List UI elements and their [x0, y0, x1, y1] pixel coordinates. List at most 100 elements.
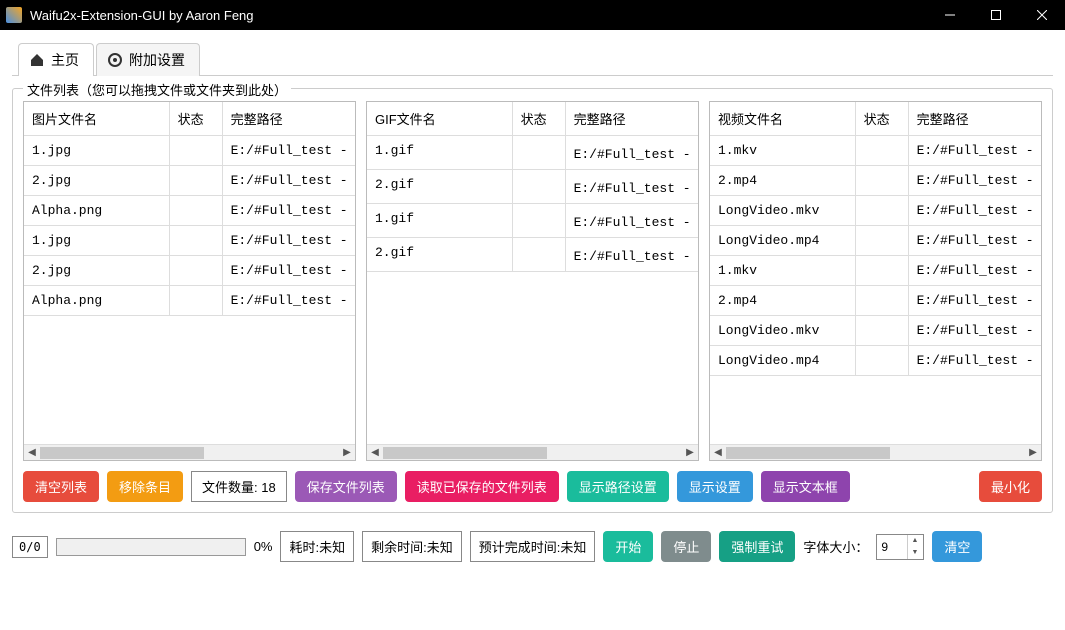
cell-path: E:/#Full_test -	[909, 256, 1041, 285]
save-list-button[interactable]: 保存文件列表	[295, 471, 397, 502]
table-row[interactable]: 1.gifE:/#Full_test - 副	[367, 136, 698, 170]
window-close-button[interactable]	[1019, 0, 1065, 30]
cell-status	[856, 166, 909, 195]
table-header: 图片文件名 状态 完整路径	[24, 102, 355, 136]
cell-status	[170, 136, 223, 165]
cell-path: E:/#Full_test -	[223, 286, 355, 315]
tab-label: 附加设置	[129, 50, 185, 70]
table-row[interactable]: 2.gifE:/#Full_test - 副	[367, 238, 698, 272]
clear-button[interactable]: 清空	[932, 531, 982, 562]
cell-status	[856, 256, 909, 285]
cell-status	[513, 136, 566, 169]
force-retry-button[interactable]: 强制重试	[719, 531, 795, 562]
cell-filename: LongVideo.mp4	[710, 226, 856, 255]
load-list-button[interactable]: 读取已保存的文件列表	[405, 471, 559, 502]
table-row[interactable]: 1.jpgE:/#Full_test -	[24, 226, 355, 256]
start-button[interactable]: 开始	[603, 531, 653, 562]
table-row[interactable]: LongVideo.mp4 E:/#Full_test -	[710, 226, 1041, 256]
table-row[interactable]: 2.mp4E:/#Full_test -	[710, 286, 1041, 316]
gear-icon	[107, 52, 123, 68]
table-row[interactable]: 2.mp4 E:/#Full_test -	[710, 166, 1041, 196]
cell-path: E:/#Full_test -	[909, 166, 1041, 195]
font-size-spinner[interactable]: ▲ ▼	[876, 534, 924, 560]
table-row[interactable]: LongVideo.mkvE:/#Full_test -	[710, 196, 1041, 226]
table-row[interactable]: LongVideo.mkv E:/#Full_test -	[710, 316, 1041, 346]
cell-path: E:/#Full_test -	[223, 136, 355, 165]
table-row[interactable]: Alpha.png E:/#Full_test -	[24, 196, 355, 226]
scroll-right-icon[interactable]: ▶	[682, 445, 698, 461]
file-count-label: 文件数量: 18	[191, 471, 287, 502]
remaining-time: 剩余时间:未知	[362, 531, 462, 562]
table-row[interactable]: 1.jpgE:/#Full_test -	[24, 136, 355, 166]
progress-percent: 0%	[254, 539, 273, 554]
gif-table[interactable]: GIF文件名 状态 完整路径 1.gifE:/#Full_test - 副2.g…	[366, 101, 699, 461]
cell-filename: LongVideo.mkv	[710, 316, 856, 345]
table-row[interactable]: LongVideo.mp4E:/#Full_test -	[710, 346, 1041, 376]
table-row[interactable]: 1.mkvE:/#Full_test -	[710, 136, 1041, 166]
scroll-left-icon[interactable]: ◀	[710, 445, 726, 461]
table-row[interactable]: 2.jpgE:/#Full_test -	[24, 166, 355, 196]
cell-path: E:/#Full_test -	[223, 196, 355, 225]
file-list-group: 文件列表（您可以拖拽文件或文件夹到此处） 图片文件名 状态 完整路径 1.jpg…	[12, 88, 1053, 513]
table-row[interactable]: 1.mkvE:/#Full_test -	[710, 256, 1041, 286]
tab-label: 主页	[51, 50, 79, 70]
cell-status	[513, 204, 566, 237]
cell-path: E:/#Full_test -	[909, 196, 1041, 225]
horizontal-scrollbar[interactable]: ◀ ▶	[24, 444, 355, 460]
progress-bar	[56, 538, 246, 556]
window-title: Waifu2x-Extension-GUI by Aaron Feng	[30, 8, 254, 23]
tab-bar: 主页 附加设置	[12, 42, 1053, 76]
cell-filename: Alpha.png	[24, 196, 170, 225]
cell-filename: 2.mp4	[710, 166, 856, 195]
window-minimize-button[interactable]	[927, 0, 973, 30]
eta: 预计完成时间:未知	[470, 531, 596, 562]
horizontal-scrollbar[interactable]: ◀ ▶	[710, 444, 1041, 460]
scroll-right-icon[interactable]: ▶	[339, 445, 355, 461]
stop-button[interactable]: 停止	[661, 531, 711, 562]
table-row[interactable]: 2.gifE:/#Full_test - 副	[367, 170, 698, 204]
scroll-left-icon[interactable]: ◀	[24, 445, 40, 461]
window-maximize-button[interactable]	[973, 0, 1019, 30]
table-row[interactable]: 2.jpgE:/#Full_test -	[24, 256, 355, 286]
cell-path: E:/#Full_test -	[909, 226, 1041, 255]
cell-path: E:/#Full_test -	[909, 316, 1041, 345]
spinner-down-icon[interactable]: ▼	[908, 547, 921, 559]
scroll-left-icon[interactable]: ◀	[367, 445, 383, 461]
scroll-right-icon[interactable]: ▶	[1025, 445, 1041, 461]
cell-filename: 1.gif	[367, 136, 513, 169]
table-row[interactable]: Alpha.png E:/#Full_test -	[24, 286, 355, 316]
show-path-settings-button[interactable]: 显示路径设置	[567, 471, 669, 502]
font-size-label: 字体大小：	[803, 537, 868, 556]
group-label: 文件列表（您可以拖拽文件或文件夹到此处）	[23, 80, 291, 99]
cell-status	[856, 286, 909, 315]
cell-status	[513, 238, 566, 271]
tab-settings[interactable]: 附加设置	[96, 43, 200, 76]
horizontal-scrollbar[interactable]: ◀ ▶	[367, 444, 698, 460]
cell-filename: Alpha.png	[24, 286, 170, 315]
video-table[interactable]: 视频文件名 状态 完整路径 1.mkvE:/#Full_test -2.mp4E…	[709, 101, 1042, 461]
cell-filename: 2.gif	[367, 170, 513, 203]
table-row[interactable]: 1.gifE:/#Full_test - 副	[367, 204, 698, 238]
elapsed-time: 耗时:未知	[280, 531, 354, 562]
cell-path: E:/#Full_test -	[909, 286, 1041, 315]
cell-status	[856, 316, 909, 345]
show-settings-button[interactable]: 显示设置	[677, 471, 753, 502]
progress-count: 0/0	[12, 536, 48, 558]
clear-list-button[interactable]: 清空列表	[23, 471, 99, 502]
cell-path: E:/#Full_test -	[909, 346, 1041, 375]
cell-path: E:/#Full_test - 副	[566, 238, 698, 271]
cell-filename: 1.mkv	[710, 136, 856, 165]
minimize-button[interactable]: 最小化	[979, 471, 1042, 502]
show-textbox-button[interactable]: 显示文本框	[761, 471, 850, 502]
cell-status	[856, 226, 909, 255]
remove-item-button[interactable]: 移除条目	[107, 471, 183, 502]
cell-status	[170, 286, 223, 315]
cell-filename: 1.gif	[367, 204, 513, 237]
font-size-input[interactable]	[877, 539, 907, 555]
cell-path: E:/#Full_test -	[223, 256, 355, 285]
cell-filename: 2.jpg	[24, 166, 170, 195]
tab-home[interactable]: 主页	[18, 43, 94, 76]
table-header: 视频文件名 状态 完整路径	[710, 102, 1041, 136]
spinner-up-icon[interactable]: ▲	[908, 535, 921, 547]
image-table[interactable]: 图片文件名 状态 完整路径 1.jpgE:/#Full_test -2.jpgE…	[23, 101, 356, 461]
